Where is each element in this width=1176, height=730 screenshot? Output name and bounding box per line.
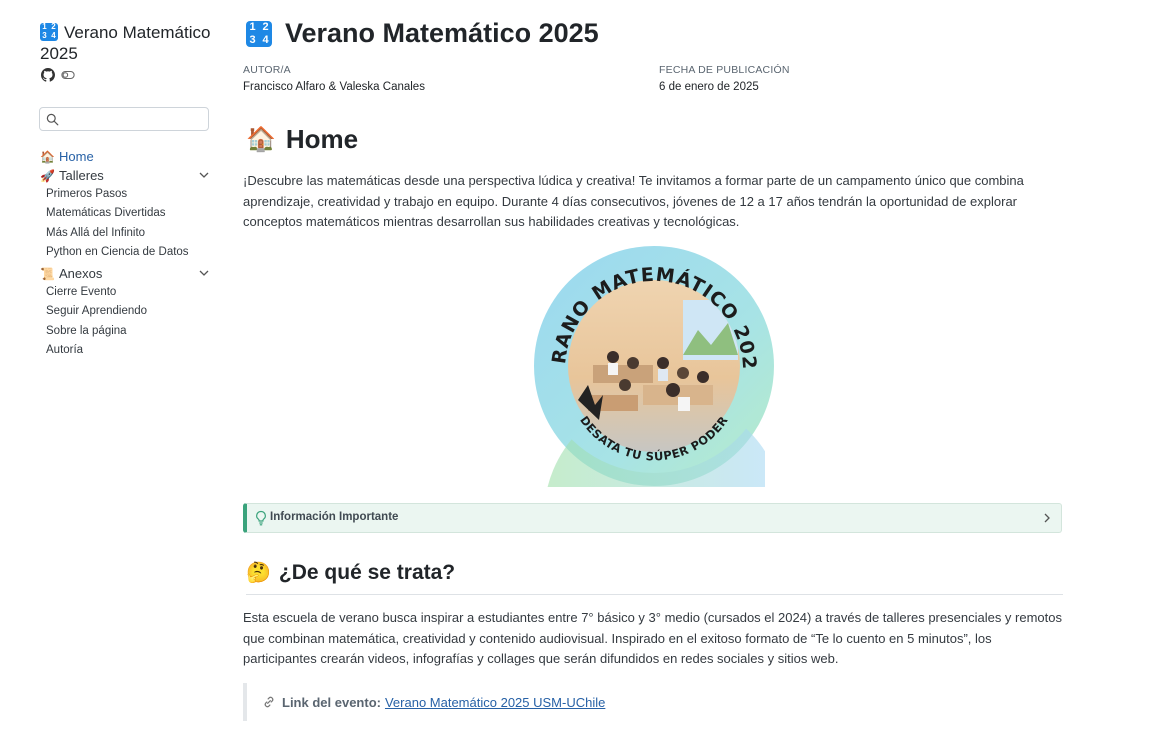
sidebar-item-label: Talleres — [59, 168, 104, 183]
sidebar-subitem-primeros-pasos[interactable]: Primeros Pasos — [40, 185, 216, 204]
sidebar-item-home[interactable]: 🏠 Home — [40, 147, 216, 166]
sidebar-subitem-sobre-la-pagina[interactable]: Sobre la página — [40, 322, 216, 341]
sidebar-subitem-autoria[interactable]: Autoría — [40, 341, 216, 360]
scroll-icon: 📜 — [40, 266, 55, 281]
about-heading: 🤔 ¿De qué se trata? — [246, 560, 1063, 595]
lightbulb-icon — [256, 510, 266, 526]
author-value: Francisco Alfaro & Valeska Canales — [243, 81, 425, 93]
link-icon — [264, 696, 274, 708]
sidebar-tools — [41, 68, 75, 82]
date-block: FECHA DE PUBLICACIÓN 6 de enero de 2025 — [659, 64, 790, 93]
home-heading: 🏠 Home — [246, 124, 358, 155]
site-title[interactable]: 12 34 Verano Matemático 2025 — [40, 22, 220, 64]
numbers-badge-icon: 12 34 — [40, 22, 58, 41]
event-link-quote: Link del evento: Verano Matemático 2025 … — [243, 683, 1063, 721]
author-label: AUTOR/A — [243, 64, 291, 76]
sidebar-item-talleres[interactable]: 🚀 Talleres — [40, 166, 216, 185]
page-title: 12 34 Verano Matemático 2025 — [246, 18, 599, 49]
chevron-down-icon[interactable] — [198, 169, 210, 181]
sidebar-subitem-python-ciencia-datos[interactable]: Python en Ciencia de Datos — [40, 243, 216, 262]
about-heading-text: ¿De qué se trata? — [278, 561, 456, 584]
callout-title: Información Importante — [270, 511, 399, 523]
sidebar-subitem-matematicas-divertidas[interactable]: Matemáticas Divertidas — [40, 204, 216, 223]
date-value: 6 de enero de 2025 — [659, 81, 759, 93]
home-heading-text: Home — [285, 124, 359, 154]
sidebar-item-anexos[interactable]: 📜 Anexos — [40, 264, 216, 283]
sidebar-subitem-mas-alla-del-infinito[interactable]: Más Allá del Infinito — [40, 224, 216, 243]
sidebar-item-label: Home — [59, 149, 94, 164]
github-icon[interactable] — [41, 68, 55, 82]
toggle-icon[interactable] — [61, 68, 75, 82]
author-block: AUTOR/A Francisco Alfaro & Valeska Canal… — [243, 64, 425, 93]
chevron-down-icon[interactable] — [198, 267, 210, 279]
chevron-right-icon[interactable] — [1041, 512, 1053, 524]
rocket-icon: 🚀 — [40, 168, 55, 183]
link-label: Link del evento: — [282, 694, 381, 710]
important-info-callout[interactable]: Información Importante — [243, 503, 1062, 533]
sidebar-subitem-seguir-aprendiendo[interactable]: Seguir Aprendiendo — [40, 302, 216, 321]
house-icon: 🏠 — [246, 126, 276, 153]
sidebar-item-label: Anexos — [59, 266, 103, 282]
intro-paragraph: ¡Descubre las matemáticas desde una pers… — [243, 173, 1024, 230]
site-title-text: Verano Matemático 2025 — [40, 23, 211, 63]
page-title-text: Verano Matemático 2025 — [285, 18, 599, 48]
sidebar-nav: 🏠 Home 🚀 Talleres Primeros Pasos Matemát… — [40, 147, 216, 360]
about-paragraph: Esta escuela de verano busca inspirar a … — [243, 610, 1062, 667]
search-input[interactable] — [62, 110, 202, 128]
search-box[interactable] — [39, 107, 209, 131]
date-label: FECHA DE PUBLICACIÓN — [659, 64, 790, 76]
search-icon — [46, 113, 59, 126]
thinking-face-icon: 🤔 — [246, 562, 271, 584]
event-link[interactable]: Verano Matemático 2025 USM-UChile — [385, 695, 605, 710]
sidebar: 12 34 Verano Matemático 2025 🏠 Home 🚀 Ta… — [0, 0, 226, 730]
house-icon: 🏠 — [40, 149, 55, 164]
sidebar-subitem-cierre-evento[interactable]: Cierre Evento — [40, 283, 216, 302]
event-logo: VERANO MATEMÁTICO 2025! DESATA TU SÚPER … — [525, 228, 775, 487]
numbers-badge-icon: 12 34 — [246, 20, 272, 47]
